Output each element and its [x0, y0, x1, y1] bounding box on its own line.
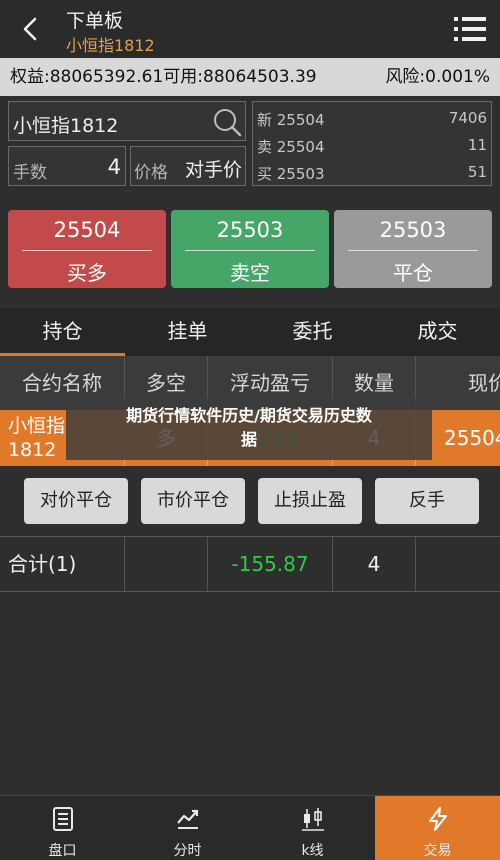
menu-button[interactable] — [452, 12, 488, 46]
intraday-chart-icon — [176, 809, 198, 829]
close-price: 25503 — [379, 218, 447, 242]
candlestick-icon — [301, 808, 324, 831]
sell-price: 25503 — [216, 218, 284, 242]
summary-row: 合计(1) -155.87 4 — [0, 536, 500, 592]
tab-orders[interactable]: 委托 — [250, 308, 375, 356]
buy-label: 买多 — [67, 261, 107, 285]
position-tabs: 持仓 挂单 委托 成交 — [0, 308, 500, 356]
caption-line2: 据 — [240, 430, 257, 449]
quantity-value: 4 — [107, 155, 121, 179]
contract-search-field[interactable]: 小恒指1812 — [8, 101, 246, 141]
sell-short-button[interactable]: 25503 卖空 — [171, 210, 329, 288]
position-actions: 对价平仓 市价平仓 止损止盈 反手 — [0, 466, 500, 536]
equity-available: 权益:88065392.61可用:88064503.39 — [10, 67, 317, 87]
quote-row-ask: 卖 25504 11 — [253, 131, 491, 158]
nav-label: 盘口 — [48, 843, 77, 859]
tab-positions[interactable]: 持仓 — [0, 308, 125, 356]
quote-row-bid: 买 25503 51 — [253, 158, 491, 185]
nav-kline[interactable]: k线 — [250, 796, 375, 860]
caption-line1: 期货行情软件历史/期货交易历史数 — [126, 406, 372, 425]
nav-intraday[interactable]: 分时 — [125, 796, 250, 860]
summary-price — [416, 537, 500, 591]
bottom-nav: 盘口 分时 k线 交易 — [0, 795, 500, 860]
contract-code: 小恒指1812 — [13, 115, 119, 137]
nav-label: 分时 — [173, 843, 202, 859]
account-bar: 权益:88065392.61可用:88064503.39 风险:0.001% — [0, 58, 500, 96]
quantity-field[interactable]: 手数 4 — [8, 146, 126, 186]
divider — [22, 250, 152, 251]
back-button[interactable] — [14, 12, 48, 46]
quantity-label: 手数 — [13, 163, 47, 183]
page-title: 下单板 — [66, 10, 124, 32]
nav-label: k线 — [301, 843, 324, 859]
nav-trade[interactable]: 交易 — [375, 796, 500, 860]
price-value: 对手价 — [184, 159, 242, 181]
summary-direction — [125, 537, 208, 591]
divider — [185, 250, 315, 251]
nav-label: 交易 — [423, 843, 452, 859]
close-at-market-button[interactable]: 市价平仓 — [141, 478, 245, 524]
tab-pending[interactable]: 挂单 — [125, 308, 250, 356]
divider — [348, 250, 478, 251]
price-label: 价格 — [134, 163, 168, 183]
sell-label: 卖空 — [230, 261, 270, 285]
quote-label: 卖 25504 — [257, 138, 325, 156]
buy-price: 25504 — [53, 218, 121, 242]
buy-long-button[interactable]: 25504 买多 — [8, 210, 166, 288]
chevron-left-icon — [23, 17, 37, 41]
close-at-opposite-button[interactable]: 对价平仓 — [24, 478, 128, 524]
order-panel: 小恒指1812 手数 4 价格 对手价 新 25504 7406 卖 25504… — [0, 96, 500, 206]
list-menu-icon — [454, 17, 486, 41]
price-field[interactable]: 价格 对手价 — [130, 146, 246, 186]
risk-ratio: 风险:0.001% — [385, 67, 490, 87]
stop-loss-profit-button[interactable]: 止损止盈 — [258, 478, 362, 524]
summary-pnl: -155.87 — [208, 537, 333, 591]
order-book-icon — [52, 807, 73, 831]
summary-quantity: 4 — [333, 537, 416, 591]
quote-label: 新 25504 — [257, 111, 325, 129]
tab-fills[interactable]: 成交 — [375, 308, 500, 356]
watermark-caption: 期货行情软件历史/期货交易历史数 据 — [66, 398, 432, 460]
summary-label: 合计(1) — [0, 537, 125, 591]
lightning-icon — [428, 807, 447, 831]
nav-order-book[interactable]: 盘口 — [0, 796, 125, 860]
quote-box: 新 25504 7406 卖 25504 11 买 25503 51 — [252, 101, 492, 186]
reverse-position-button[interactable]: 反手 — [375, 478, 479, 524]
close-label: 平仓 — [393, 261, 433, 285]
quote-row-last: 新 25504 7406 — [253, 104, 491, 131]
quote-label: 买 25503 — [257, 165, 325, 183]
quote-volume: 51 — [467, 163, 487, 181]
close-position-button[interactable]: 25503 平仓 — [334, 210, 492, 288]
search-icon[interactable] — [211, 106, 243, 138]
quote-volume: 11 — [467, 136, 487, 154]
quote-volume: 7406 — [448, 109, 487, 127]
page-subtitle: 小恒指1812 — [66, 36, 155, 55]
app-header: 下单板 小恒指1812 — [0, 0, 500, 58]
